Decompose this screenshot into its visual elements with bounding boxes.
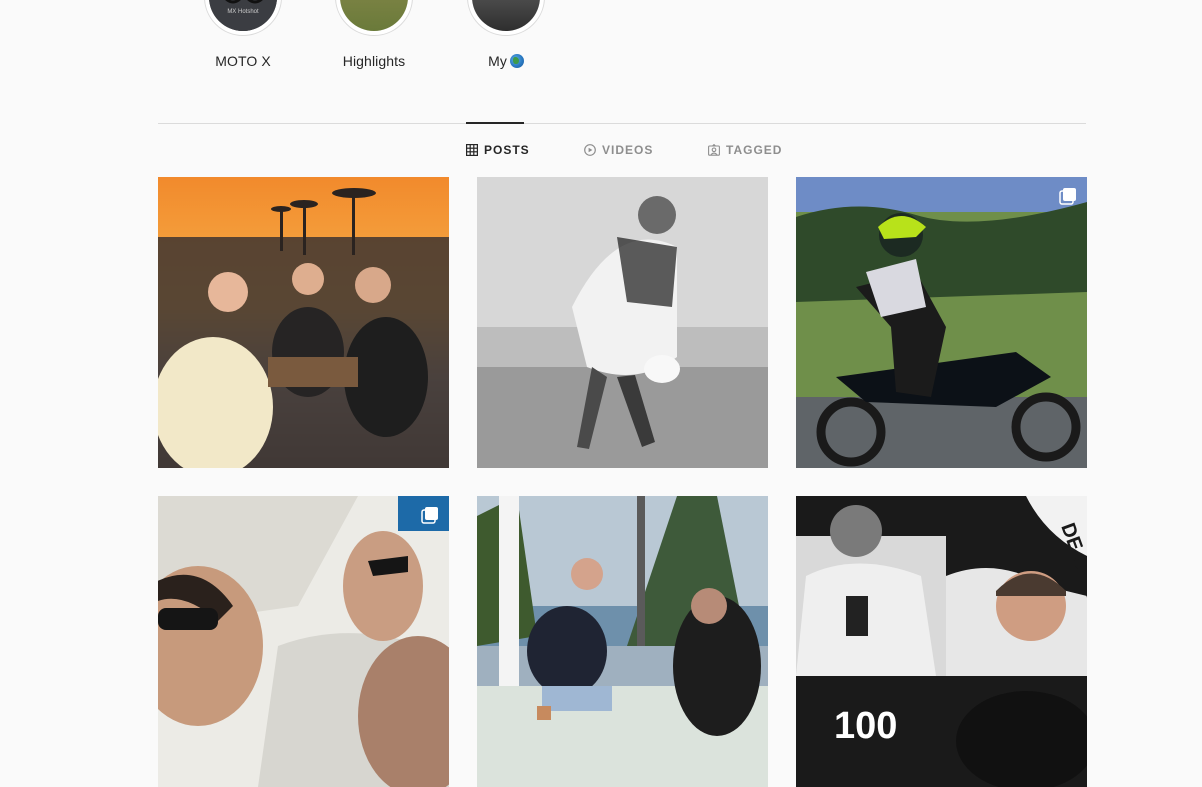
- highlight-label: My: [446, 53, 566, 69]
- tab-videos[interactable]: VIDEOS: [584, 143, 653, 157]
- highlight-ring: [335, 0, 413, 36]
- active-tab-indicator: [466, 122, 524, 124]
- tab-posts-label: POSTS: [484, 143, 530, 157]
- globe-icon: [509, 54, 524, 68]
- tab-videos-label: VIDEOS: [602, 143, 654, 157]
- play-icon: [584, 144, 596, 156]
- highlight-thumbnail: [340, 0, 408, 31]
- highlight-ring: MX Hotshot: [204, 0, 282, 36]
- tab-posts[interactable]: POSTS: [466, 143, 530, 157]
- highlight-thumb-text: MX Hotshot: [227, 9, 259, 15]
- highlight-ring: [467, 0, 545, 36]
- graphic-overlay-number: 100: [834, 705, 897, 747]
- highlight-thumbnail: MX Hotshot: [209, 0, 277, 31]
- highlight-label-text: My: [488, 53, 507, 69]
- tab-tagged-label: TAGGED: [726, 143, 783, 157]
- post-thumbnail[interactable]: [477, 496, 768, 787]
- post-thumbnail[interactable]: [796, 177, 1087, 468]
- tab-tagged[interactable]: TAGGED: [708, 143, 782, 157]
- post-thumbnail[interactable]: [158, 177, 449, 468]
- post-thumbnail[interactable]: [158, 496, 449, 787]
- profile-divider: [158, 123, 1086, 124]
- post-thumbnail[interactable]: [477, 177, 768, 468]
- highlight-label: Highlights: [342, 53, 406, 69]
- post-thumbnail[interactable]: DE GOEY 100: [796, 496, 1087, 787]
- highlight-thumbnail: [472, 0, 540, 31]
- multiple-photos-icon: [421, 506, 439, 524]
- grid-icon: [466, 144, 479, 157]
- multiple-photos-icon: [1059, 187, 1077, 205]
- tag-icon: [708, 143, 720, 156]
- highlight-label: MOTO X: [215, 53, 271, 69]
